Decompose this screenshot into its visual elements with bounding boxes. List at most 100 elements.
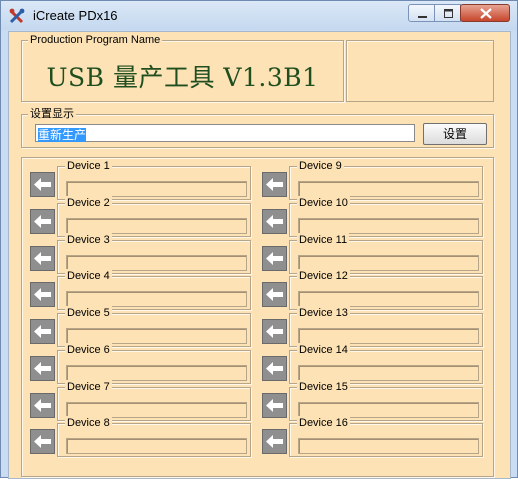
device-box: Device 9 xyxy=(289,159,483,200)
device-arrow-button[interactable] xyxy=(262,429,287,454)
arrow-left-icon xyxy=(34,399,51,412)
device-label: Device 2 xyxy=(65,196,112,210)
device-slot: Device 16 xyxy=(262,416,484,457)
device-slot: Device 3 xyxy=(30,233,252,274)
device-label: Device 1 xyxy=(65,159,112,173)
arrow-left-icon xyxy=(266,362,283,375)
device-box: Device 2 xyxy=(57,196,251,237)
device-arrow-button[interactable] xyxy=(30,319,55,344)
device-status-field xyxy=(298,291,479,307)
arrow-left-icon xyxy=(266,252,283,265)
device-arrow-button[interactable] xyxy=(30,429,55,454)
device-box: Device 4 xyxy=(57,269,251,310)
arrow-left-icon xyxy=(34,325,51,338)
minimize-icon xyxy=(418,16,427,18)
devices-group: Device 1 Device 2 Device 3 Device 4 Device 5… xyxy=(21,157,494,477)
banner-side-panel xyxy=(346,40,494,102)
maximize-button[interactable] xyxy=(434,4,461,22)
device-status-field xyxy=(298,181,479,197)
device-status-field xyxy=(66,328,247,344)
device-slot: Device 5 xyxy=(30,306,252,347)
device-arrow-button[interactable] xyxy=(262,209,287,234)
arrow-left-icon xyxy=(266,215,283,228)
device-slot: Device 13 xyxy=(262,306,484,347)
device-label: Device 7 xyxy=(65,380,112,394)
device-label: Device 15 xyxy=(297,380,350,394)
title-bar[interactable]: iCreate PDx16 xyxy=(1,1,517,30)
device-label: Device 16 xyxy=(297,416,350,430)
device-label: Device 13 xyxy=(297,306,350,320)
arrow-left-icon xyxy=(266,399,283,412)
device-label: Device 9 xyxy=(297,159,344,173)
settings-mode-field[interactable]: 重新生产 xyxy=(35,124,415,142)
device-label: Device 12 xyxy=(297,269,350,283)
close-button[interactable] xyxy=(460,4,510,22)
settings-display-label: 设置显示 xyxy=(28,107,76,121)
close-icon xyxy=(480,8,492,19)
device-label: Device 8 xyxy=(65,416,112,430)
device-box: Device 8 xyxy=(57,416,251,457)
device-slot: Device 10 xyxy=(262,196,484,237)
device-slot: Device 14 xyxy=(262,343,484,384)
device-box: Device 1 xyxy=(57,159,251,200)
settings-button[interactable]: 设置 xyxy=(423,123,487,145)
device-status-field xyxy=(298,365,479,381)
device-arrow-button[interactable] xyxy=(30,246,55,271)
arrow-left-icon xyxy=(34,215,51,228)
settings-mode-value: 重新生产 xyxy=(38,128,87,142)
device-slot: Device 11 xyxy=(262,233,484,274)
device-arrow-button[interactable] xyxy=(262,282,287,307)
device-status-field xyxy=(298,218,479,234)
app-tools-icon xyxy=(9,8,25,24)
device-slot: Device 1 xyxy=(30,159,252,200)
program-name-title: USB 量产工具 V1.3B1 xyxy=(46,63,319,92)
device-status-field xyxy=(298,328,479,344)
device-box: Device 5 xyxy=(57,306,251,347)
device-status-field xyxy=(66,181,247,197)
device-box: Device 13 xyxy=(289,306,483,347)
device-label: Device 5 xyxy=(65,306,112,320)
device-slot: Device 12 xyxy=(262,269,484,310)
device-label: Device 4 xyxy=(65,269,112,283)
maximize-icon xyxy=(444,9,453,18)
minimize-button[interactable] xyxy=(408,4,435,22)
device-arrow-button[interactable] xyxy=(262,356,287,381)
device-label: Device 10 xyxy=(297,196,350,210)
device-arrow-button[interactable] xyxy=(30,282,55,307)
device-slot: Device 8 xyxy=(30,416,252,457)
device-arrow-button[interactable] xyxy=(262,393,287,418)
device-box: Device 10 xyxy=(289,196,483,237)
device-box: Device 12 xyxy=(289,269,483,310)
device-box: Device 16 xyxy=(289,416,483,457)
device-status-field xyxy=(66,365,247,381)
device-slot: Device 9 xyxy=(262,159,484,200)
device-slot: Device 2 xyxy=(30,196,252,237)
window-title: iCreate PDx16 xyxy=(33,8,118,23)
device-label: Device 11 xyxy=(297,233,350,247)
arrow-left-icon xyxy=(266,325,283,338)
device-arrow-button[interactable] xyxy=(30,393,55,418)
arrow-left-icon xyxy=(266,435,283,448)
device-box: Device 6 xyxy=(57,343,251,384)
device-status-field xyxy=(66,438,247,454)
settings-display-group: 设置显示 重新生产 设置 xyxy=(21,107,494,148)
device-arrow-button[interactable] xyxy=(30,172,55,197)
device-arrow-button[interactable] xyxy=(30,209,55,234)
device-status-field xyxy=(66,291,247,307)
arrow-left-icon xyxy=(34,288,51,301)
production-program-group: Production Program Name USB 量产工具 V1.3B1 xyxy=(21,33,344,102)
device-arrow-button[interactable] xyxy=(30,356,55,381)
device-label: Device 3 xyxy=(65,233,112,247)
device-arrow-button[interactable] xyxy=(262,172,287,197)
device-status-field xyxy=(66,218,247,234)
device-slot: Device 4 xyxy=(30,269,252,310)
arrow-left-icon xyxy=(266,178,283,191)
production-program-label: Production Program Name xyxy=(28,33,163,47)
arrow-left-icon xyxy=(34,435,51,448)
device-arrow-button[interactable] xyxy=(262,246,287,271)
device-label: Device 14 xyxy=(297,343,350,357)
device-slot: Device 7 xyxy=(30,380,252,421)
device-slot: Device 6 xyxy=(30,343,252,384)
device-arrow-button[interactable] xyxy=(262,319,287,344)
device-label: Device 6 xyxy=(65,343,112,357)
